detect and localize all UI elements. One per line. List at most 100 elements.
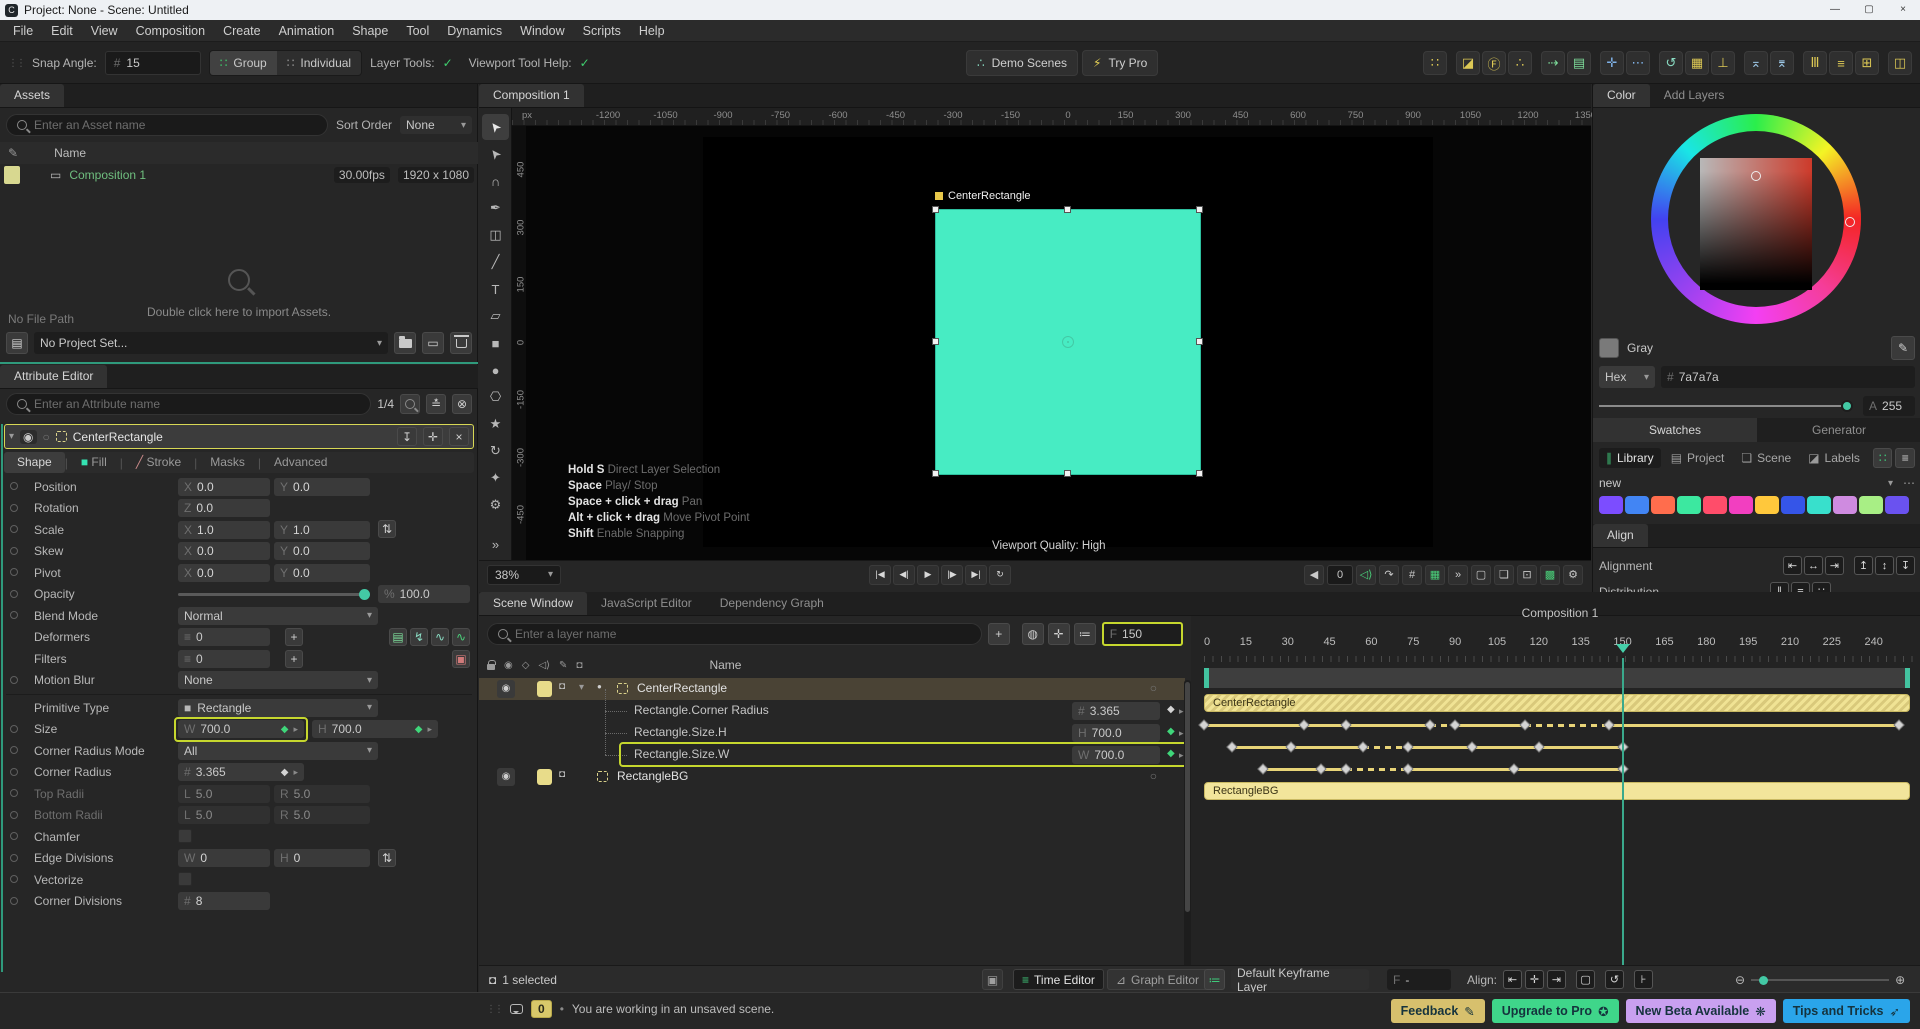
corner-radius-track-segment[interactable] <box>1204 724 1304 727</box>
eye-icon[interactable]: ◉ <box>497 680 515 698</box>
sort-order-select[interactable]: None▾ <box>400 116 472 134</box>
layer-row-rectanglebg[interactable]: ◉◘RectangleBG○ <box>479 766 1185 788</box>
attr-field-r[interactable]: R5.0 <box>274 785 370 803</box>
align-left-icon[interactable]: ⇤ <box>1783 556 1802 575</box>
play-button[interactable]: ▶ <box>917 565 939 585</box>
pin-button[interactable]: ↧ <box>397 427 417 446</box>
range-start-cap[interactable] <box>1204 668 1209 688</box>
tab-color[interactable]: Color <box>1593 84 1650 107</box>
attr-tab-advanced[interactable]: Advanced <box>261 452 340 473</box>
demo-scenes-button[interactable]: ∴ Demo Scenes <box>966 50 1078 76</box>
keyframe-dot-icon[interactable] <box>10 504 18 512</box>
flyout-icon[interactable]: ▸ <box>1179 706 1184 717</box>
current-color-swatch[interactable] <box>1599 338 1619 358</box>
audio-icon[interactable]: ◁⟩ <box>1356 565 1376 585</box>
attr-field-z[interactable]: Z0.0 <box>178 499 270 517</box>
add-layer-button[interactable]: + <box>988 623 1010 645</box>
chevron-down-icon[interactable]: ▾ <box>1888 478 1893 489</box>
corner-radius-track-keyframe[interactable] <box>1341 719 1352 730</box>
grid-cells-icon[interactable]: ⊞ <box>1855 51 1879 75</box>
solo-icon[interactable]: ◍ <box>1022 623 1044 645</box>
attr-field-#[interactable]: #8 <box>178 892 270 910</box>
camera-toggle-icon[interactable]: ◘ <box>559 769 565 780</box>
selection-handle[interactable] <box>932 470 939 477</box>
menu-help[interactable]: Help <box>630 20 674 42</box>
add-button[interactable]: + <box>285 628 303 646</box>
corner-radius-track-keyframe[interactable] <box>1603 719 1614 730</box>
asset-search-input[interactable] <box>34 118 317 132</box>
isolate-button[interactable]: ✛ <box>423 427 443 446</box>
keyframe-diamond-icon[interactable]: ◆ <box>281 724 289 735</box>
eye-icon[interactable]: ◉ <box>20 430 36 444</box>
new-beta-button[interactable]: New Beta Available❋ <box>1626 999 1776 1023</box>
selection-handle[interactable] <box>1196 470 1203 477</box>
tab-javascript-editor[interactable]: JavaScript Editor <box>587 592 706 615</box>
corner-radius-track-segment[interactable] <box>1609 724 1899 727</box>
keyframe-layer-select[interactable]: Default Keyframe Layer <box>1231 969 1369 990</box>
project-set-select[interactable]: No Project Set...▾ <box>34 332 388 354</box>
attr-count-field[interactable]: ≡0 <box>178 628 270 646</box>
size-w-track-segment[interactable] <box>1263 768 1322 771</box>
lock-icon[interactable] <box>487 664 495 670</box>
group-toggle[interactable]: ∷ Group <box>210 51 277 75</box>
color-swatch[interactable] <box>1859 496 1883 514</box>
layer-search-input[interactable] <box>515 627 971 641</box>
checkbox[interactable] <box>178 872 192 886</box>
chevron-down-icon[interactable]: ▾ <box>579 682 584 693</box>
playhead-line[interactable] <box>1622 658 1624 965</box>
size-w-track-keyframe[interactable] <box>1316 763 1327 774</box>
library-button-library[interactable]: ∥Library <box>1599 448 1661 468</box>
color-swatch[interactable] <box>1781 496 1805 514</box>
rows-icon[interactable]: ≡ <box>1829 51 1853 75</box>
attr-field-l[interactable]: L5.0 <box>178 806 270 824</box>
go-end-button[interactable]: ▶| <box>965 565 987 585</box>
node-add-icon[interactable]: ✛ <box>1600 51 1624 75</box>
layer-row-rectangle-corner-radius[interactable]: Rectangle.Corner Radius#3.365◆▸ <box>479 700 1185 722</box>
align-layers-icon[interactable]: ▤ <box>1567 51 1591 75</box>
attr-select[interactable]: All▾ <box>178 742 378 760</box>
zoom-out-icon[interactable]: ⊖ <box>1735 973 1745 987</box>
key-align-center-icon[interactable]: ✛ <box>1525 970 1544 989</box>
size-w-track-keyframe[interactable] <box>1257 763 1268 774</box>
minimize-button[interactable]: — <box>1818 0 1852 20</box>
size-h-track-segment[interactable] <box>1472 746 1539 749</box>
size-h-track-keyframe[interactable] <box>1402 741 1413 752</box>
select-tool[interactable]: ➤ <box>482 114 509 140</box>
size-w-track-segment[interactable] <box>1408 768 1514 771</box>
keyframe-dot-icon[interactable] <box>10 768 18 776</box>
dope-sheet-button[interactable]: ▣ <box>982 969 1003 990</box>
palette-name[interactable]: new <box>1599 476 1621 490</box>
timeline-ruler[interactable]: 0153045607590105120135150165180195210225… <box>1204 636 1914 662</box>
color-mode-select[interactable]: Hex▾ <box>1599 366 1655 388</box>
corner-radius-track-keyframe[interactable] <box>1198 719 1209 730</box>
key-spacing-icon[interactable]: ⊦ <box>1634 970 1653 989</box>
ghost-icon[interactable]: ◇ <box>522 660 530 671</box>
asset-name[interactable]: Composition 1 <box>69 168 146 182</box>
pivot-point[interactable] <box>1062 336 1074 348</box>
keyframe-layer-icon-button[interactable]: ≔ <box>1204 969 1225 990</box>
size-h-track-keyframe[interactable] <box>1357 741 1368 752</box>
zoom-slider-knob[interactable] <box>1759 976 1768 985</box>
attribute-value-field[interactable]: W700.0 <box>1072 746 1160 764</box>
try-pro-button[interactable]: ⚡ Try Pro <box>1082 50 1158 76</box>
line-tool[interactable]: ╱ <box>482 249 509 275</box>
filter-icon[interactable]: ≔ <box>1074 623 1096 645</box>
selection-handle[interactable] <box>1064 206 1071 213</box>
attr-field-w[interactable]: W0 <box>178 849 270 867</box>
new-slate-button[interactable]: ▭ <box>422 332 444 354</box>
isolate-icon[interactable]: ✛ <box>1048 623 1070 645</box>
eye-icon[interactable]: ◉ <box>497 768 515 786</box>
zoom-in-icon[interactable]: ⊕ <box>1895 973 1905 987</box>
viewport-settings-icon[interactable]: ⚙ <box>1563 565 1583 585</box>
layer-color-swatch[interactable] <box>537 681 552 697</box>
radio-icon[interactable]: ○ <box>43 430 50 444</box>
flyout-icon[interactable]: ▸ <box>293 724 298 735</box>
add-filter-button[interactable]: ≛ <box>426 394 446 414</box>
size-h-track-segment[interactable] <box>1539 746 1623 749</box>
selection-handle[interactable] <box>1196 338 1203 345</box>
ellipse-tool[interactable]: ● <box>482 357 509 383</box>
audio-icon[interactable]: ◁⟩ <box>538 660 550 671</box>
settings-tool[interactable]: ⚙ <box>482 492 509 518</box>
list-view-button[interactable]: ≡ <box>1895 448 1915 468</box>
library-button-project[interactable]: ▤Project <box>1664 448 1732 468</box>
